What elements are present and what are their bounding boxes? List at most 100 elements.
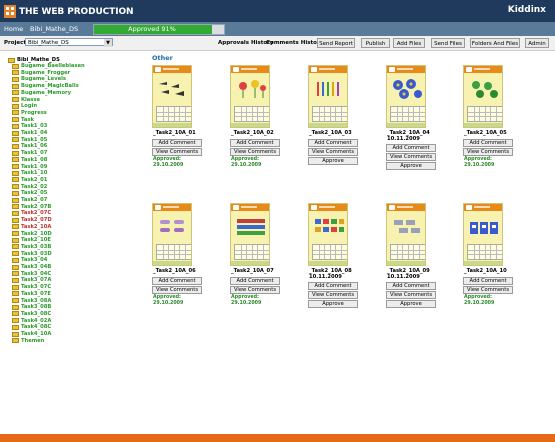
asset-thumbnail[interactable]	[463, 203, 503, 266]
tree-item[interactable]: Login	[12, 103, 37, 109]
tree-item[interactable]: Bugame_Frogger	[12, 70, 70, 76]
chevron-down-icon[interactable]: ▼	[104, 39, 112, 47]
view-comments-button[interactable]: View Comments	[463, 148, 513, 156]
tree-item[interactable]: Task1_06	[12, 143, 47, 149]
folder-icon	[12, 184, 19, 190]
asset-thumbnail[interactable]	[230, 203, 270, 266]
tree-item[interactable]: Task2_05	[12, 190, 47, 196]
tree-item[interactable]: Task1_10	[12, 170, 47, 176]
view-comments-button[interactable]: View Comments	[463, 286, 513, 294]
view-comments-button[interactable]: View Comments	[386, 291, 436, 299]
tree-item[interactable]: Task3_04	[12, 257, 47, 263]
view-comments-button[interactable]: View Comments	[386, 153, 436, 161]
tree-item[interactable]: Task2_01	[12, 177, 47, 183]
approve-button[interactable]: Approve	[386, 162, 436, 170]
tree-item[interactable]: Task3_03D	[12, 251, 52, 257]
breadcrumb-project[interactable]: Bibi_Mathe_DS	[30, 25, 78, 33]
view-comments-button[interactable]: View Comments	[308, 148, 358, 156]
project-select[interactable]: Bibi_Mathe_DS ▼	[25, 38, 113, 47]
tree-item[interactable]: Bugame_Levels	[12, 76, 66, 82]
tree-item[interactable]: Task1_08	[12, 157, 47, 163]
tree-item[interactable]: Task4_10A	[12, 331, 51, 337]
view-comments-button[interactable]: View Comments	[230, 286, 280, 294]
tree-item[interactable]: Bugame_Memory	[12, 90, 71, 96]
tree-item[interactable]: Task3_04B	[12, 264, 51, 270]
publish-button[interactable]: Publish	[361, 38, 390, 48]
send-report-button[interactable]: Send Report	[317, 38, 355, 48]
tree-item[interactable]: Task3_03B	[12, 244, 51, 250]
home-link[interactable]: Home	[4, 25, 23, 33]
tree-item[interactable]: Progress	[12, 110, 47, 116]
tree-item[interactable]: Klasse	[12, 97, 40, 103]
send-files-button[interactable]: Send Files	[431, 38, 465, 48]
approved-date: 29.10.2009	[231, 301, 262, 306]
tree-item[interactable]: Task3_04C	[12, 271, 51, 277]
tree-item[interactable]: Task3_08B	[12, 304, 51, 310]
asset-thumbnail[interactable]	[308, 203, 348, 266]
asset-thumbnail[interactable]	[152, 65, 192, 128]
tree-item[interactable]: Task2_10E	[12, 237, 51, 243]
tree-item[interactable]: Task2_10A	[12, 224, 51, 230]
tree-item[interactable]: Task2_07	[12, 197, 47, 203]
approve-button[interactable]: Approve	[308, 300, 358, 308]
tree-item[interactable]: Task2_07D	[12, 217, 52, 223]
tree-item[interactable]: Bugame_MagicBalls	[12, 83, 79, 89]
tree-item[interactable]: Bugame_Baelleblasen	[12, 63, 85, 69]
tree-item[interactable]: Task1_04	[12, 130, 47, 136]
comments-history-link[interactable]: Comments History	[266, 40, 323, 46]
tree-item[interactable]: Themen	[12, 338, 44, 344]
tree-item[interactable]: Task2_10D	[12, 231, 52, 237]
tree-item[interactable]: Task2_07C	[12, 210, 51, 216]
asset-thumbnail[interactable]	[386, 203, 426, 266]
tree-item[interactable]: Task1_05	[12, 137, 47, 143]
add-comment-button[interactable]: Add Comment	[308, 139, 358, 147]
tree-item[interactable]: Task2_07B	[12, 204, 51, 210]
add-comment-button[interactable]: Add Comment	[152, 139, 202, 147]
tree-item[interactable]: Task3_07E	[12, 291, 51, 297]
view-comments-button[interactable]: View Comments	[230, 148, 280, 156]
tree-item[interactable]: Task	[12, 117, 34, 123]
tree-item-label: Task2_07	[21, 197, 48, 203]
tree-item-label: Task1_07	[21, 150, 48, 157]
asset-thumbnail[interactable]	[308, 65, 348, 128]
add-comment-button[interactable]: Add Comment	[463, 277, 513, 285]
folder-icon	[12, 90, 19, 96]
asset-thumbnail[interactable]	[230, 65, 270, 128]
tree-item[interactable]: Task3_07C	[12, 284, 51, 290]
folder-icon	[12, 204, 19, 210]
tree-item-label: Task	[21, 116, 34, 123]
tree-item[interactable]: Task1_03	[12, 123, 47, 129]
add-comment-button[interactable]: Add Comment	[230, 139, 280, 147]
add-comment-button[interactable]: Add Comment	[386, 282, 436, 290]
view-comments-button[interactable]: View Comments	[152, 286, 202, 294]
tree-item[interactable]: Task3_08A	[12, 298, 51, 304]
tree-item-label: Task3_07E	[21, 290, 51, 297]
asset-thumbnail[interactable]	[152, 203, 192, 266]
tree-item[interactable]: Task2_02	[12, 184, 47, 190]
tree-item[interactable]: Task3_08C	[12, 311, 51, 317]
tree-item[interactable]: Task3_07A	[12, 277, 51, 283]
folders-and-files-button[interactable]: Folders And Files	[470, 38, 520, 48]
tree-item-label: Klasse	[21, 96, 40, 103]
tree-item[interactable]: Task4_08C	[12, 324, 51, 330]
tree-item-label: Task1_04	[21, 130, 48, 136]
approve-button[interactable]: Approve	[386, 300, 436, 308]
add-comment-button[interactable]: Add Comment	[152, 277, 202, 285]
asset-thumbnail[interactable]	[463, 65, 503, 128]
add-comment-button[interactable]: Add Comment	[386, 144, 436, 152]
asset-date: 10.11.2009	[387, 274, 420, 280]
add-files-button[interactable]: Add Files	[393, 38, 425, 48]
tree-item[interactable]: Task4_02A	[12, 318, 51, 324]
folder-icon	[12, 331, 19, 337]
view-comments-button[interactable]: View Comments	[152, 148, 202, 156]
tree-item[interactable]: Task1_07	[12, 150, 47, 156]
approve-button[interactable]: Approve	[308, 157, 358, 165]
asset-thumbnail[interactable]	[386, 65, 426, 128]
add-comment-button[interactable]: Add Comment	[463, 139, 513, 147]
tree-item[interactable]: Task1_09	[12, 164, 47, 170]
admin-button[interactable]: Admin	[525, 38, 549, 48]
add-comment-button[interactable]: Add Comment	[230, 277, 280, 285]
view-comments-button[interactable]: View Comments	[308, 291, 358, 299]
add-comment-button[interactable]: Add Comment	[308, 282, 358, 290]
tree-item-label: Task4_10A	[21, 331, 52, 337]
